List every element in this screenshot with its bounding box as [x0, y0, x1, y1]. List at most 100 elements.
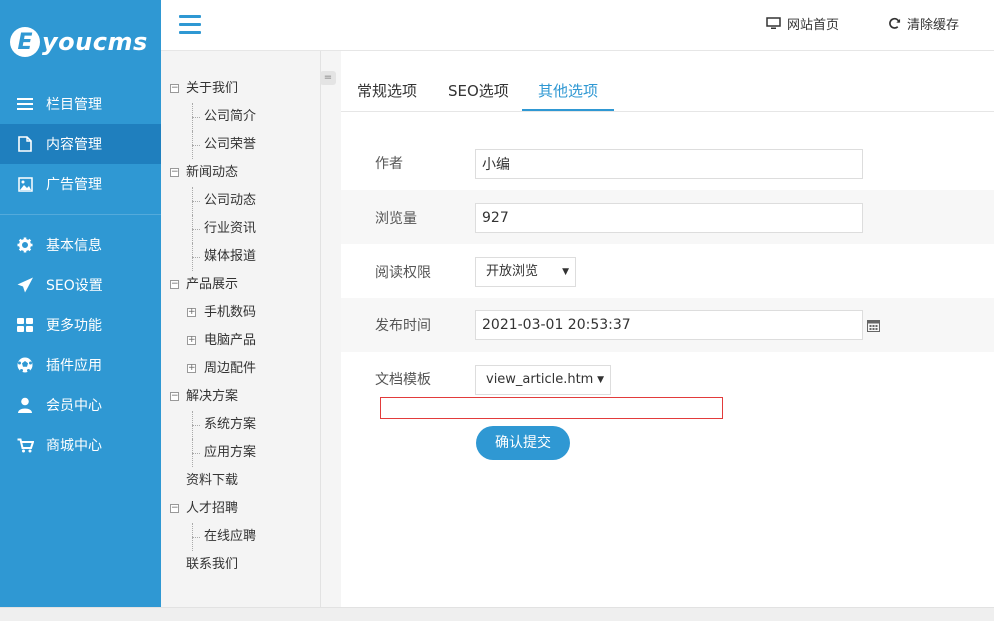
active-tab-indicator: [522, 109, 614, 111]
cart-icon: [16, 436, 34, 454]
tree-node[interactable]: 应用方案: [161, 439, 320, 467]
tree-node[interactable]: 资料下载: [161, 467, 320, 495]
user-icon: [16, 396, 34, 414]
tab-general[interactable]: 常规选项: [357, 80, 417, 101]
logo[interactable]: E youcms: [0, 0, 161, 84]
tab-seo[interactable]: SEO选项: [448, 80, 509, 101]
tree-line: [192, 229, 200, 230]
soccer-ball-icon: [16, 356, 34, 374]
sidebar-item-seo[interactable]: SEO设置: [0, 265, 161, 305]
tree-node-label: 关于我们: [186, 81, 239, 96]
author-input[interactable]: [475, 149, 863, 179]
sidebar-item-ads[interactable]: 广告管理: [0, 164, 161, 204]
tree-node-label: 公司荣誉: [204, 137, 257, 152]
sidebar-item-plugins[interactable]: 插件应用: [0, 345, 161, 385]
submit-button[interactable]: 确认提交: [476, 426, 570, 460]
tree-line: [192, 117, 200, 118]
tree-node[interactable]: 公司荣誉: [161, 131, 320, 159]
tree-node[interactable]: − 解决方案: [161, 383, 320, 411]
tree-node[interactable]: 系统方案: [161, 411, 320, 439]
tree-node-label: 系统方案: [204, 417, 257, 432]
tree-node[interactable]: + 周边配件: [161, 355, 320, 383]
sidebar-item-more[interactable]: 更多功能: [0, 305, 161, 345]
sidebar-item-label: 会员中心: [46, 398, 102, 414]
collapse-icon[interactable]: −: [170, 280, 179, 289]
author-row: 作者: [341, 135, 994, 189]
tree-node-label: 产品展示: [186, 277, 239, 292]
menu-toggle-icon[interactable]: [179, 15, 201, 35]
tree-node[interactable]: − 产品展示: [161, 271, 320, 299]
tree-node[interactable]: 在线应聘: [161, 523, 320, 551]
tree-node[interactable]: + 电脑产品: [161, 327, 320, 355]
tree-line: [192, 145, 200, 146]
tree-node-label: 周边配件: [204, 361, 257, 376]
top-bar: 网站首页 清除缓存: [161, 0, 994, 51]
template-select[interactable]: view_article.htm ▼: [475, 365, 611, 395]
tree-node-label: 媒体报道: [204, 249, 257, 264]
template-value: view_article.htm: [486, 372, 594, 387]
sidebar-item-basic-info[interactable]: 基本信息: [0, 225, 161, 265]
grid-icon: [16, 316, 34, 334]
tree-node[interactable]: 媒体报道: [161, 243, 320, 271]
sidebar-item-shop[interactable]: 商城中心: [0, 425, 161, 465]
expand-icon[interactable]: +: [187, 336, 196, 345]
views-label: 浏览量: [375, 211, 417, 227]
sidebar-item-columns[interactable]: 栏目管理: [0, 84, 161, 124]
tree-node-label: 在线应聘: [204, 529, 257, 544]
monitor-icon: [766, 17, 781, 29]
site-home-link[interactable]: 网站首页: [766, 14, 839, 33]
sidebar-item-label: 广告管理: [46, 177, 102, 193]
clear-cache-link[interactable]: 清除缓存: [888, 14, 959, 33]
sidebar-item-label: 栏目管理: [46, 97, 102, 113]
collapse-icon[interactable]: −: [170, 84, 179, 93]
main-panel: 常规选项 SEO选项 其他选项 作者 浏览量 阅读权限 开放浏览 ▼ 发布时间 …: [341, 51, 994, 607]
tree-line: [192, 425, 200, 426]
category-tree: − 关于我们 公司简介 公司荣誉 − 新闻动态 公司动态 行业资讯 媒体报道 − 产品展示 + 手机数码…: [161, 51, 321, 607]
tree-node[interactable]: 公司简介: [161, 103, 320, 131]
tree-node-label: 应用方案: [204, 445, 257, 460]
tree-node-label: 电脑产品: [204, 333, 257, 348]
tree-node-label: 公司动态: [204, 193, 257, 208]
sidebar-item-label: 基本信息: [46, 238, 102, 254]
gear-icon: [16, 236, 34, 254]
tree-line: [192, 453, 200, 454]
sidebar-item-label: 商城中心: [46, 438, 102, 454]
tree-line: [192, 537, 200, 538]
calendar-icon[interactable]: [867, 319, 880, 332]
tree-node[interactable]: + 手机数码: [161, 299, 320, 327]
select-arrow-icon: ▼: [597, 375, 604, 385]
logo-badge: E: [10, 27, 40, 57]
highlight-box: [380, 397, 723, 419]
sidebar-item-label: 内容管理: [46, 137, 102, 153]
sidebar-item-label: 更多功能: [46, 318, 102, 334]
tree-collapse-button[interactable]: =: [320, 71, 336, 85]
permission-row: 阅读权限 开放浏览 ▼: [341, 244, 994, 298]
tab-other[interactable]: 其他选项: [538, 80, 598, 101]
tree-node[interactable]: 联系我们: [161, 551, 320, 579]
collapse-icon[interactable]: −: [170, 168, 179, 177]
tree-node-label: 行业资讯: [204, 221, 257, 236]
tab-bar: 常规选项 SEO选项 其他选项: [341, 51, 994, 112]
sidebar-item-content[interactable]: 内容管理: [0, 124, 161, 164]
sidebar-item-label: 插件应用: [46, 358, 102, 374]
image-icon: [16, 175, 34, 193]
publish-time-input[interactable]: [475, 310, 863, 340]
author-label: 作者: [375, 156, 403, 172]
tree-node[interactable]: − 人才招聘: [161, 495, 320, 523]
views-input[interactable]: [475, 203, 863, 233]
template-label: 文档模板: [375, 372, 431, 388]
expand-icon[interactable]: +: [187, 364, 196, 373]
tree-node[interactable]: 公司动态: [161, 187, 320, 215]
tree-node[interactable]: − 新闻动态: [161, 159, 320, 187]
sidebar-divider: [0, 214, 161, 215]
logo-text: youcms: [42, 28, 148, 56]
tree-node[interactable]: − 关于我们: [161, 75, 320, 103]
sidebar-item-members[interactable]: 会员中心: [0, 385, 161, 425]
expand-icon[interactable]: +: [187, 308, 196, 317]
collapse-icon[interactable]: −: [170, 392, 179, 401]
tree-node[interactable]: 行业资讯: [161, 215, 320, 243]
tree-node-label: 手机数码: [204, 305, 257, 320]
permission-select[interactable]: 开放浏览 ▼: [475, 257, 576, 287]
sidebar-item-label: SEO设置: [46, 278, 103, 294]
collapse-icon[interactable]: −: [170, 504, 179, 513]
